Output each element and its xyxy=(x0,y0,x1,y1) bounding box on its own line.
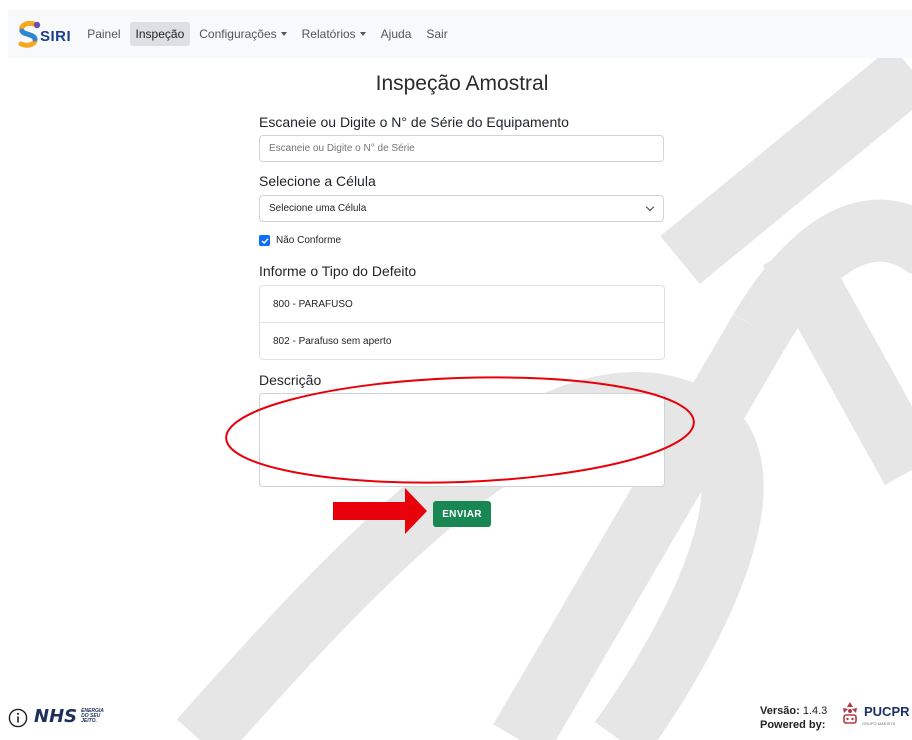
nav-relatorios-label: Relatórios xyxy=(301,27,356,41)
inspection-form: Inspeção Amostral Escaneie ou Digite o N… xyxy=(0,0,912,740)
nav-inspecao[interactable]: Inspeção xyxy=(129,22,191,46)
defect-item[interactable]: 802 - Parafuso sem aperto xyxy=(260,322,664,359)
page-title: Inspeção Amostral xyxy=(375,72,549,95)
description-textarea[interactable] xyxy=(259,393,665,487)
cell-select-value: Selecione uma Célula xyxy=(269,203,367,214)
defect-label: Informe o Tipo do Defeito xyxy=(259,263,417,279)
cell-select[interactable]: Selecione uma Célula xyxy=(259,195,664,222)
submit-button[interactable]: ENVIAR xyxy=(433,501,491,527)
serial-input[interactable] xyxy=(259,135,664,162)
cell-label: Selecione a Célula xyxy=(259,173,376,189)
footer xyxy=(0,700,912,740)
siri-logo[interactable]: SIRI xyxy=(16,20,71,48)
nonconform-checkbox-row[interactable]: Não Conforme xyxy=(259,235,341,246)
nav-sair[interactable]: Sair xyxy=(420,22,453,46)
nav-sair-label: Sair xyxy=(426,27,448,41)
nav-configuracoes-label: Configurações xyxy=(199,27,277,41)
nav-configuracoes[interactable]: Configurações xyxy=(193,22,292,46)
nav-ajuda[interactable]: Ajuda xyxy=(375,22,418,46)
checkmark-icon xyxy=(260,237,269,244)
siri-logo-icon xyxy=(18,21,41,48)
defect-list: 800 - PARAFUSO 802 - Parafuso sem aperto xyxy=(259,285,665,360)
caret-down-icon xyxy=(359,32,366,36)
caret-down-icon xyxy=(280,32,287,36)
chevron-down-icon xyxy=(645,202,655,212)
nav-ajuda-label: Ajuda xyxy=(380,27,412,41)
brand-name: SIRI xyxy=(40,27,72,45)
serial-label: Escaneie ou Digite o N° de Série do Equi… xyxy=(259,114,569,130)
nav-inspecao-label: Inspeção xyxy=(135,27,185,41)
nav-painel[interactable]: Painel xyxy=(81,22,126,46)
top-navbar: SIRI Painel Inspeção Configurações Relat… xyxy=(8,10,912,58)
defect-item[interactable]: 800 - PARAFUSO xyxy=(260,286,664,322)
nonconform-label: Não Conforme xyxy=(276,235,342,246)
nav-painel-label: Painel xyxy=(87,27,121,41)
nonconform-checkbox[interactable] xyxy=(259,235,270,246)
nav-relatorios[interactable]: Relatórios xyxy=(296,22,372,46)
description-label: Descrição xyxy=(259,372,322,388)
